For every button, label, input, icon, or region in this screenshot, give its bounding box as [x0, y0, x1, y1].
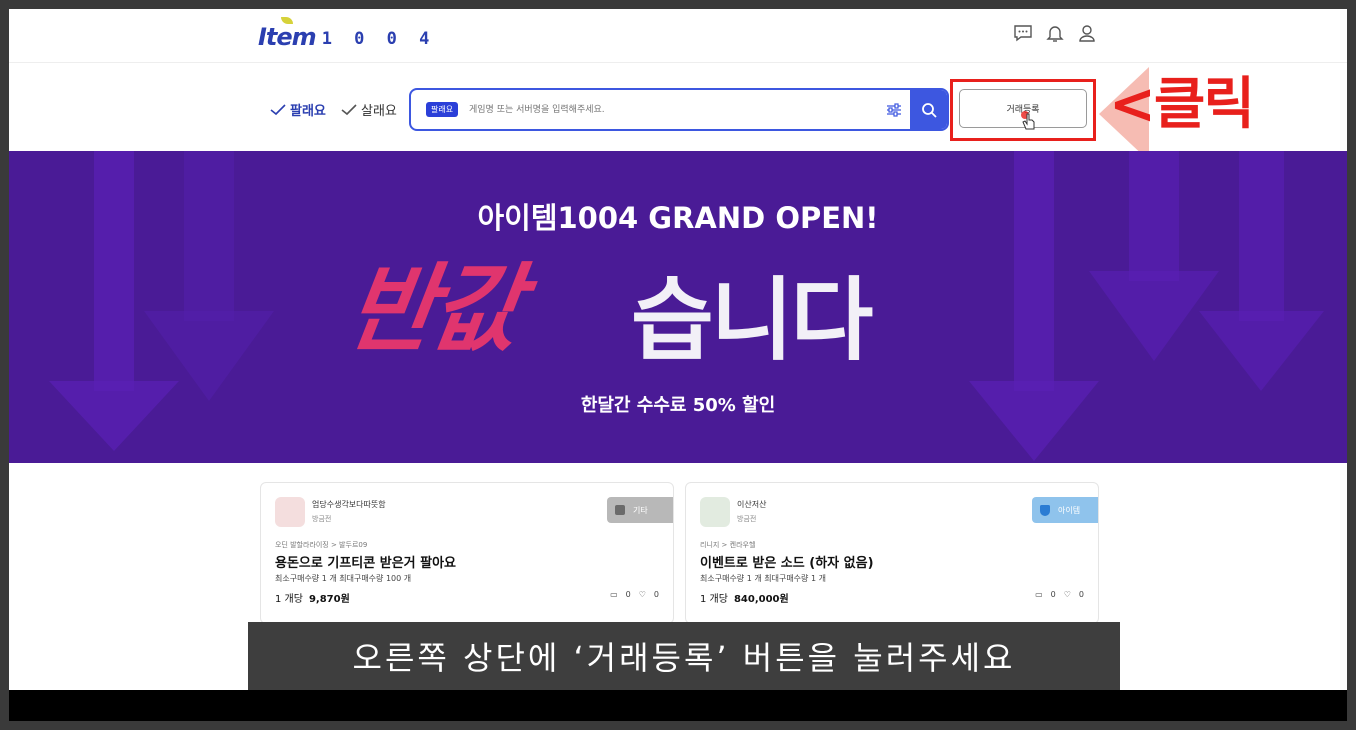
listing-card[interactable]: 이산저산 방금전 아이템 리니지 > 켄라우헬 이벤트로 받은 소드 (하자 없… [685, 482, 1099, 624]
category-label: 아이템 [1058, 505, 1081, 515]
price-value: 840,000원 [733, 594, 789, 605]
logo-number: 1 0 0 4 [321, 29, 436, 49]
search-type-chip[interactable]: 팔래요 [426, 102, 459, 117]
comment-count: 0 [1050, 590, 1056, 599]
heart-icon[interactable]: ♡ [1064, 590, 1071, 599]
search-input[interactable] [469, 98, 869, 122]
chat-icon[interactable] [1013, 23, 1033, 43]
search-bar: 팔래요 [409, 88, 949, 131]
seller-avatar [275, 497, 305, 527]
nav-buy[interactable]: 살래요 [341, 100, 397, 119]
nav-buy-label: 살래요 [361, 104, 397, 119]
bell-icon[interactable] [1045, 23, 1065, 43]
comment-count: 0 [625, 590, 631, 599]
price-unit: 1 개당 [275, 594, 303, 605]
search-icon [921, 102, 937, 118]
unit-price: 1 개당 840,000원 [700, 590, 789, 605]
category-badge: 아이템 [1032, 497, 1098, 523]
posted-time: 방금전 [737, 515, 757, 523]
seller-avatar [700, 497, 730, 527]
logo-text: Item [258, 23, 317, 51]
listing-stats: ▭ 0 ♡ 0 [610, 590, 659, 599]
video-caption: 오른쪽 상단에 ‘거래등록’ 버튼을 눌러주세요 [248, 622, 1120, 690]
listing-title[interactable]: 이벤트로 받은 소드 (하자 없음) [700, 552, 874, 571]
like-count: 0 [653, 590, 659, 599]
search-button[interactable] [910, 90, 947, 129]
listing-stats: ▭ 0 ♡ 0 [1035, 590, 1084, 599]
price-value: 9,870원 [308, 594, 350, 605]
comment-icon: ▭ [610, 590, 618, 599]
shield-icon [1040, 504, 1050, 516]
banner-big-text-2: 습니다 [631, 268, 873, 373]
listing-card[interactable]: 엄당수생각보다따뜻함 방금전 기타 오딘 발할라라이징 > 발두르09 용돈으로… [260, 482, 674, 624]
quantity-info: 최소구매수량 1 개 최대구매수량 100 개 [275, 574, 412, 583]
check-icon [341, 103, 357, 115]
nav-sell-label: 팔래요 [290, 104, 326, 119]
promo-banner[interactable]: 아이템1004 GRAND OPEN! 반값 습니다 한달간 수수료 50% 할… [9, 151, 1347, 463]
app-window: Item 1 0 0 4 팔래요 살래요 팔래요 게임명 또는 서버명을 입력해… [9, 9, 1347, 721]
heart-icon[interactable]: ♡ [639, 590, 646, 599]
check-icon [270, 103, 286, 115]
game-server-path: 오딘 발할라라이징 > 발두르09 [275, 541, 368, 549]
seller-name: 이산저산 [737, 500, 767, 509]
click-annotation: <클릭 [1109, 72, 1255, 137]
category-badge: 기타 [607, 497, 673, 523]
user-icon[interactable] [1077, 23, 1097, 43]
posted-time: 방금전 [312, 515, 332, 523]
top-header: Item 1 0 0 4 [9, 9, 1347, 63]
price-unit: 1 개당 [700, 594, 728, 605]
banner-subtitle: 한달간 수수료 50% 할인 [580, 395, 776, 416]
category-icon [615, 505, 625, 515]
quantity-info: 최소구매수량 1 개 최대구매수량 1 개 [700, 574, 826, 583]
game-server-path: 리니지 > 켄라우헬 [700, 541, 756, 549]
hand-cursor-icon [1021, 111, 1035, 130]
filter-icon[interactable] [885, 101, 903, 119]
banner-big-text-1: 반값 [339, 253, 525, 365]
banner-title: 아이템1004 GRAND OPEN! [477, 201, 879, 235]
site-logo[interactable]: Item 1 0 0 4 [258, 17, 436, 51]
listing-title[interactable]: 용돈으로 기프티콘 받은거 팔아요 [275, 552, 456, 571]
like-count: 0 [1078, 590, 1084, 599]
seller-name: 엄당수생각보다따뜻함 [312, 500, 386, 509]
unit-price: 1 개당 9,870원 [275, 590, 350, 605]
comment-icon: ▭ [1035, 590, 1043, 599]
video-bottom-bar [9, 690, 1347, 721]
nav-sell[interactable]: 팔래요 [270, 100, 326, 119]
category-label: 기타 [633, 505, 648, 515]
